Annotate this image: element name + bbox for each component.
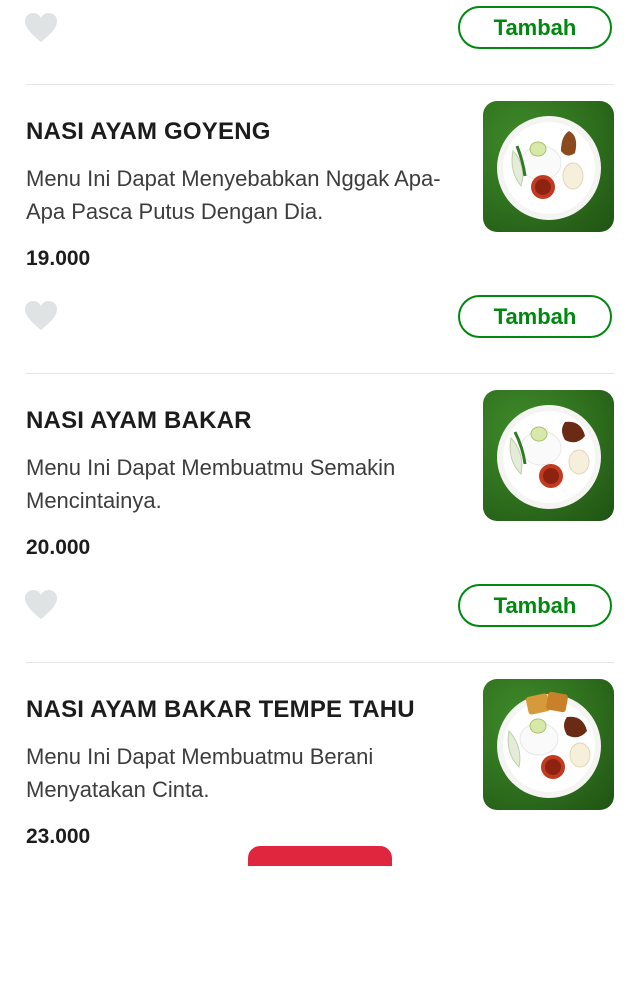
item-price: 19.000 bbox=[26, 247, 91, 270]
heart-icon[interactable] bbox=[24, 12, 58, 44]
add-button[interactable]: Tambah bbox=[458, 6, 612, 49]
item-title: NASI AYAM BAKAR bbox=[26, 407, 252, 434]
item-description: Menu Ini Dapat Menyebabkan Nggak Apa-Apa… bbox=[26, 166, 441, 224]
item-description: Menu Ini Dapat Membuatmu Berani Menyatak… bbox=[26, 744, 374, 802]
item-price: 20.000 bbox=[26, 536, 91, 559]
add-button[interactable]: Tambah bbox=[458, 295, 612, 338]
heart-icon[interactable] bbox=[24, 300, 58, 332]
menu-item: NASI AYAM GOYENG Menu Ini Dapat Menyebab… bbox=[0, 101, 640, 407]
item-title: NASI AYAM GOYENG bbox=[26, 118, 271, 145]
item-description: Menu Ini Dapat Membuatmu Semakin Mencint… bbox=[26, 455, 396, 513]
heart-icon[interactable] bbox=[24, 589, 58, 621]
floating-cart-button[interactable] bbox=[248, 846, 392, 866]
menu-item: NASI AYAM BAKAR Menu Ini Dapat Membuatmu… bbox=[0, 390, 640, 696]
food-image[interactable] bbox=[483, 679, 614, 810]
item-price: 23.000 bbox=[26, 825, 91, 848]
divider bbox=[26, 662, 614, 663]
divider bbox=[26, 373, 614, 374]
food-image[interactable] bbox=[483, 390, 614, 521]
menu-item: NASI AYAM BAKAR TEMPE TAHU Menu Ini Dapa… bbox=[0, 679, 640, 985]
item-title: NASI AYAM BAKAR TEMPE TAHU bbox=[26, 696, 415, 723]
divider bbox=[26, 84, 614, 85]
add-button[interactable]: Tambah bbox=[458, 584, 612, 627]
food-image[interactable] bbox=[483, 101, 614, 232]
previous-item-actions: Tambah bbox=[0, 0, 640, 84]
